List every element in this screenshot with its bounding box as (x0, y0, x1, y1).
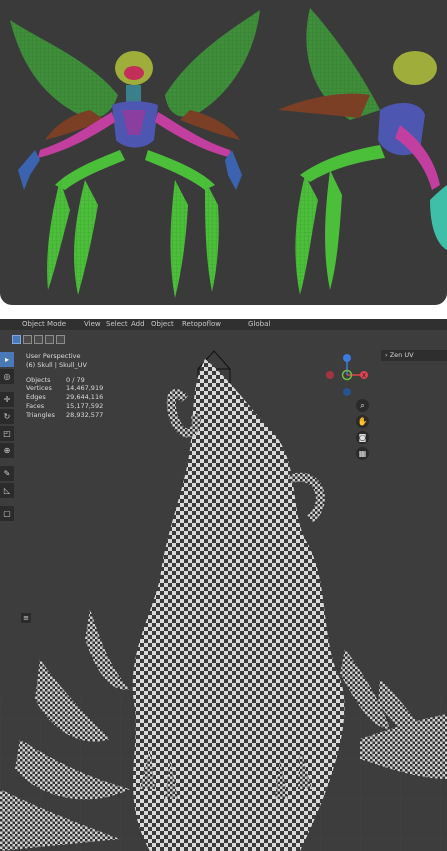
right-figure-shape (278, 8, 447, 295)
menu-retopoflow[interactable]: Retopoflow (182, 319, 221, 330)
rotate-icon[interactable]: ↻ (0, 409, 14, 424)
menu-object[interactable]: Object (151, 319, 174, 330)
mode-dropdown[interactable]: Object Mode (22, 319, 66, 330)
zen-uv-panel-tab[interactable]: › Zen UV (381, 350, 447, 361)
annotate-icon[interactable]: ✎ (0, 466, 14, 481)
view-name: User Perspective (26, 352, 81, 360)
pan-hand-icon[interactable]: ✋ (356, 415, 369, 428)
transform-orientation-dropdown[interactable]: Global (248, 319, 270, 330)
select-new-icon[interactable] (12, 335, 21, 344)
viewport-stats-overlay: User Perspective (6) Skull | Skull_UV Ob… (26, 352, 103, 420)
add-cube-icon[interactable]: ▢ (0, 506, 14, 521)
creature-render (10, 8, 447, 298)
neg-z-axis-handle (343, 388, 351, 396)
note-icon[interactable]: ≡ (21, 613, 31, 623)
neg-x-axis-handle (326, 371, 334, 379)
axis-gizmo[interactable]: X (324, 352, 374, 402)
menu-view[interactable]: View (84, 319, 101, 330)
stat-row-triangles: Triangles 28,932,577 (26, 410, 104, 419)
stat-row-faces: Faces 15,177,592 (26, 401, 104, 410)
viewport-header: Object Mode View Select Add Object Retop… (0, 319, 447, 330)
move-icon[interactable]: ✛ (0, 392, 14, 407)
select-subtract-icon[interactable] (34, 335, 43, 344)
select-icon[interactable]: ▸ (0, 352, 14, 367)
stat-row-vertices: Vertices 14,467,919 (26, 384, 104, 393)
select-mode-group (12, 335, 65, 345)
menu-select[interactable]: Select (106, 319, 128, 330)
z-axis-handle (343, 354, 351, 362)
tool-shelf: ▸ ◎ ✛ ↻ ◰ ⊕ ✎ ◺ ▢ (0, 352, 14, 521)
select-intersect-icon[interactable] (56, 335, 65, 344)
render-preview-panel (0, 0, 447, 305)
select-extend-icon[interactable] (23, 335, 32, 344)
x-axis-label: X (362, 373, 366, 380)
3d-viewport[interactable]: Object Mode View Select Add Object Retop… (0, 319, 447, 851)
scale-icon[interactable]: ◰ (0, 426, 14, 441)
grid-icon[interactable]: ▦ (356, 447, 369, 460)
zoom-icon[interactable]: ⌕ (356, 399, 369, 412)
measure-icon[interactable]: ◺ (0, 483, 14, 498)
cursor-icon[interactable]: ◎ (0, 369, 14, 384)
chevron-right-icon: › (385, 351, 388, 359)
select-invert-icon[interactable] (45, 335, 54, 344)
menu-add[interactable]: Add (131, 319, 145, 330)
stat-row-edges: Edges 29,644,116 (26, 393, 104, 402)
transform-icon[interactable]: ⊕ (0, 443, 14, 458)
stat-row-objects: Objects 0 / 79 (26, 375, 85, 384)
active-object-name: (6) Skull | Skull_UV (26, 360, 87, 369)
camera-icon[interactable]: ◙ (356, 431, 369, 444)
